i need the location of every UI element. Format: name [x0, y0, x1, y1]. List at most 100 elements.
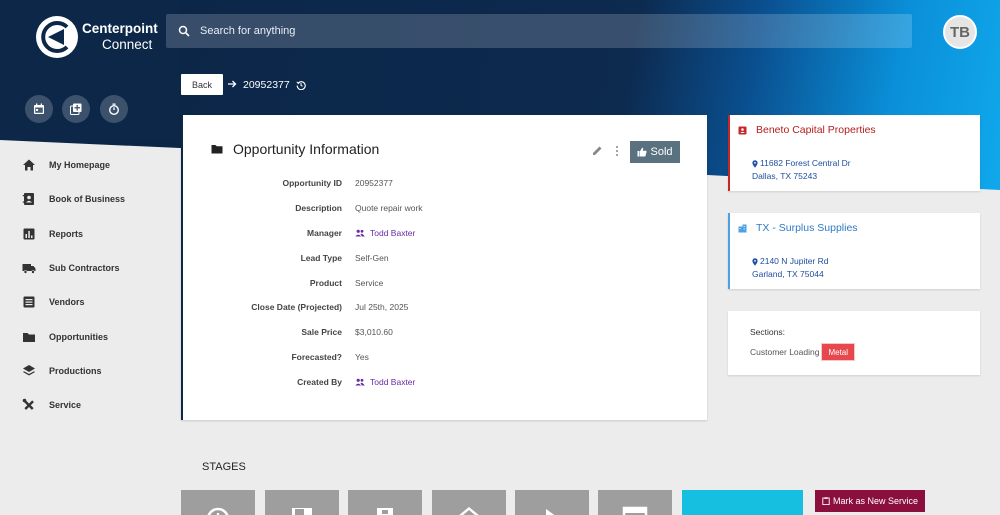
branch-name: TX - Surplus Supplies — [756, 222, 858, 234]
pencil-icon[interactable] — [592, 145, 603, 156]
layers-icon — [23, 364, 35, 376]
field-value: Self-Gen — [355, 252, 389, 263]
add-note-icon — [70, 103, 82, 115]
tools-icon — [22, 398, 34, 411]
field-label: Opportunity ID — [282, 178, 343, 189]
sidebar-item-my-homepage[interactable]: My Homepage — [0, 148, 170, 182]
address-line1: 11682 Forest Central Dr — [760, 158, 851, 168]
sidebar-item-vendors[interactable]: Vendors — [0, 285, 170, 319]
section-tag[interactable]: Metal — [821, 343, 856, 361]
sidebar-item-service[interactable]: Service — [0, 388, 170, 422]
map-pin-icon — [752, 159, 758, 168]
field-row: Product Service — [183, 270, 703, 295]
mark-as-new-service-button[interactable]: Mark as New Service — [815, 490, 925, 512]
field-value: Jul 25th, 2025 — [355, 302, 409, 313]
more-vertical-icon[interactable] — [615, 145, 619, 157]
customer-address[interactable]: 11682 Forest Central Dr Dallas, TX 75243 — [752, 157, 851, 183]
play-icon — [546, 509, 555, 515]
field-row: Created By Todd Baxter — [183, 369, 703, 394]
sidebar-item-opportunities[interactable]: Opportunities — [0, 319, 170, 353]
field-value: 20952377 — [355, 178, 393, 189]
sidebar-item-sub-contractors[interactable]: Sub Contractors — [0, 251, 170, 285]
sidebar-item-book-of-business[interactable]: Book of Business — [0, 182, 170, 216]
stages-title: STAGES — [202, 461, 246, 473]
field-value: Service — [355, 277, 384, 288]
building-icon — [738, 224, 747, 232]
calendar-button[interactable] — [25, 95, 53, 123]
branch-link[interactable]: TX - Surplus Supplies — [738, 222, 858, 234]
clipboard-icon — [377, 508, 393, 515]
manager-link[interactable]: Todd Baxter — [355, 228, 415, 238]
section-item: Customer Loading Metal — [750, 343, 856, 361]
section-name: Customer Loading — [750, 347, 820, 357]
field-row: Forecasted? Yes — [183, 345, 703, 370]
map-pin-icon — [752, 257, 758, 266]
stage-tile[interactable] — [181, 490, 255, 515]
field-label: Created By — [297, 376, 342, 387]
field-label: Product — [309, 277, 342, 288]
opportunity-fields: Opportunity ID 20952377 Description Quot… — [183, 171, 703, 394]
timer-button[interactable] — [100, 95, 128, 123]
sold-status-label: Sold — [650, 146, 673, 158]
sidebar-item-reports[interactable]: Reports — [0, 217, 170, 251]
stage-tile[interactable] — [432, 490, 506, 515]
sections-card: Sections: Customer Loading Metal — [728, 311, 980, 375]
clipboard-icon — [822, 497, 830, 505]
folder-icon — [211, 145, 223, 154]
field-label: Manager — [307, 227, 342, 238]
document-icon — [292, 508, 312, 515]
field-value: $3,010.60 — [355, 327, 393, 338]
sidebar-item-label: Opportunities — [49, 331, 108, 342]
list-icon — [23, 296, 35, 308]
branch-card: TX - Surplus Supplies 2140 N Jupiter Rd … — [728, 213, 980, 289]
sidebar-item-productions[interactable]: Productions — [0, 354, 170, 388]
field-label: Sale Price — [301, 327, 342, 338]
search-input[interactable] — [200, 25, 880, 37]
customer-name: Beneto Capital Properties — [756, 124, 876, 136]
calendar-icon — [34, 103, 44, 114]
field-label: Close Date (Projected) — [251, 302, 342, 313]
people-icon — [355, 229, 365, 237]
app-logo[interactable]: Centerpoint Connect — [34, 14, 158, 60]
stage-tile[interactable] — [265, 490, 339, 515]
stage-tile-active[interactable] — [682, 490, 803, 515]
global-search[interactable] — [166, 14, 912, 48]
field-row: Opportunity ID 20952377 — [183, 171, 703, 196]
logo-subtitle: Connect — [102, 37, 153, 52]
window-icon — [622, 506, 648, 515]
field-row: Close Date (Projected) Jul 25th, 2025 — [183, 295, 703, 320]
add-note-button[interactable] — [62, 95, 90, 123]
field-value: Quote repair work — [355, 203, 423, 214]
sidebar-item-label: My Homepage — [49, 160, 111, 171]
field-row: Sale Price $3,010.60 — [183, 320, 703, 345]
stage-tile[interactable] — [598, 490, 672, 515]
arrow-right-icon — [228, 80, 237, 88]
address-line2: Garland, TX 75044 — [752, 269, 824, 279]
customer-link[interactable]: Beneto Capital Properties — [738, 124, 876, 136]
field-label: Lead Type — [300, 252, 342, 263]
stage-tile[interactable] — [515, 490, 589, 515]
logo-title: Centerpoint — [82, 21, 158, 36]
sold-status-button[interactable]: Sold — [630, 141, 680, 163]
history-icon[interactable] — [296, 80, 306, 90]
sidebar-nav: My Homepage Book of Business Reports Sub… — [0, 148, 170, 422]
branch-address[interactable]: 2140 N Jupiter Rd Garland, TX 75044 — [752, 255, 829, 281]
field-label: Description — [295, 203, 342, 214]
sidebar-item-label: Service — [49, 400, 82, 411]
breadcrumb-record-id: 20952377 — [243, 79, 290, 91]
created-by-link[interactable]: Todd Baxter — [355, 377, 415, 387]
thumbs-up-icon — [637, 147, 648, 157]
stage-tile[interactable] — [348, 490, 422, 515]
home-icon — [23, 159, 35, 171]
back-button[interactable]: Back — [181, 74, 223, 95]
contact-card-icon — [738, 126, 747, 134]
sections-label: Sections: — [750, 327, 785, 337]
sidebar-item-label: Productions — [49, 365, 102, 376]
field-row: Lead Type Self-Gen — [183, 245, 703, 270]
card-header: Opportunity Information — [211, 141, 379, 157]
field-label: Forecasted? — [291, 351, 342, 362]
search-icon — [178, 25, 190, 37]
opportunity-card: Opportunity Information Sold Opportunity… — [181, 115, 707, 420]
address-line1: 2140 N Jupiter Rd — [760, 256, 829, 266]
user-avatar[interactable]: TB — [943, 15, 977, 49]
